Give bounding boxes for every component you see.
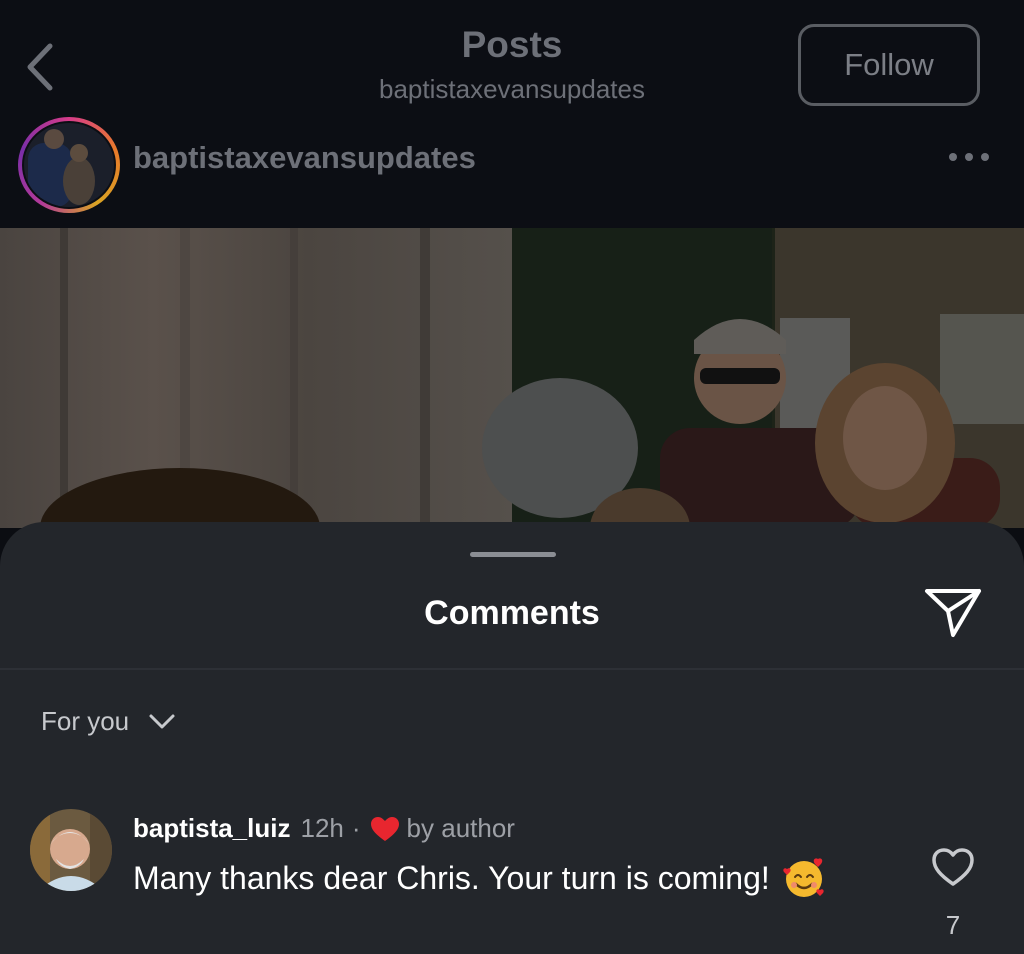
sheet-divider — [0, 668, 1024, 670]
smiling-face-with-hearts-icon — [783, 858, 824, 897]
comment-time: 12h — [300, 813, 344, 843]
comment-meta: baptista_luiz 12h · by author — [133, 813, 515, 844]
comment-like-count: 7 — [945, 910, 961, 940]
commenter-avatar[interactable] — [30, 809, 112, 891]
heart-filled-icon — [370, 816, 399, 841]
sort-label: For you — [41, 706, 130, 736]
post-image[interactable] — [0, 228, 1024, 528]
meta-separator: · — [351, 813, 361, 843]
avatar-image — [24, 123, 114, 207]
comment-sort-dropdown[interactable]: For you — [41, 706, 177, 737]
commenter-avatar-photo — [30, 809, 112, 891]
follow-button[interactable]: Follow — [798, 24, 980, 106]
more-options-icon[interactable] — [946, 150, 992, 164]
post-avatar[interactable] — [18, 117, 120, 213]
drag-handle[interactable] — [470, 552, 556, 557]
comment-username[interactable]: baptista_luiz — [133, 813, 290, 844]
comment-text: Many thanks dear Chris. Your turn is com… — [133, 859, 770, 896]
post-username[interactable]: baptistaxevansupdates — [133, 140, 476, 176]
send-icon[interactable] — [922, 584, 984, 640]
heart-outline-icon[interactable] — [930, 846, 976, 888]
chevron-down-icon — [149, 714, 175, 728]
comments-title: Comments — [424, 594, 600, 632]
liked-by-author-label: by author — [406, 813, 515, 843]
avatar-photo — [24, 123, 114, 207]
comment-body: Many thanks dear Chris. Your turn is com… — [133, 856, 826, 900]
